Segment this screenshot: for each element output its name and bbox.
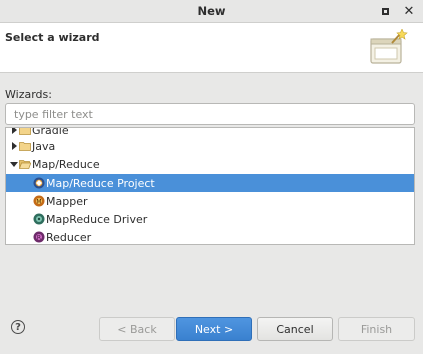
tree-item-label: Map/Reduce [32, 157, 100, 171]
expand-arrow-icon[interactable] [10, 142, 18, 150]
banner-title: Select a wizard [5, 31, 100, 44]
wizard-tree[interactable]: Gradle Java Map/Reduce Map/Reduce Projec… [5, 127, 415, 245]
tree-item-label: Reducer [46, 230, 92, 244]
window-title: New [197, 4, 226, 18]
help-icon[interactable]: ? [11, 320, 25, 334]
folder-icon [19, 128, 31, 136]
tree-item-label: Mapper [46, 194, 88, 208]
finish-button[interactable]: Finish [338, 317, 415, 341]
tree-item-mapreduce-driver[interactable]: MapReduce Driver [6, 210, 414, 228]
wizards-label: Wizards: [5, 88, 52, 101]
tree-item-reducer[interactable]: R Reducer [6, 228, 414, 244]
collapse-arrow-icon[interactable] [10, 160, 18, 168]
reducer-icon: R [33, 231, 45, 243]
mapreduce-project-icon [33, 177, 45, 189]
tree-item-label: MapReduce Driver [46, 212, 148, 226]
tree-item-label: Java [32, 139, 56, 153]
expand-arrow-icon[interactable] [10, 128, 18, 134]
wizard-banner-icon [368, 28, 408, 70]
maximize-icon[interactable] [376, 3, 394, 19]
svg-text:R: R [37, 234, 41, 241]
folder-open-icon [19, 158, 31, 170]
tree-item-label: Gradle [32, 127, 69, 137]
mapper-icon: M [33, 195, 45, 207]
tree-item-map-reduce-project[interactable]: Map/Reduce Project [6, 174, 414, 192]
tree-item-mapper[interactable]: M Mapper [6, 192, 414, 210]
wizard-banner: Select a wizard [0, 23, 423, 73]
title-bar: New ✕ [0, 0, 423, 23]
svg-text:M: M [36, 198, 41, 205]
filter-input[interactable] [5, 103, 415, 125]
close-icon[interactable]: ✕ [400, 3, 418, 19]
mapreduce-driver-icon [33, 213, 45, 225]
next-button[interactable]: Next > [176, 317, 252, 341]
tree-item-map-reduce[interactable]: Map/Reduce [6, 155, 414, 173]
back-button[interactable]: < Back [99, 317, 175, 341]
folder-icon [19, 140, 31, 152]
tree-item-java[interactable]: Java [6, 137, 414, 155]
cancel-button[interactable]: Cancel [257, 317, 333, 341]
tree-item-label: Map/Reduce Project [46, 176, 155, 190]
